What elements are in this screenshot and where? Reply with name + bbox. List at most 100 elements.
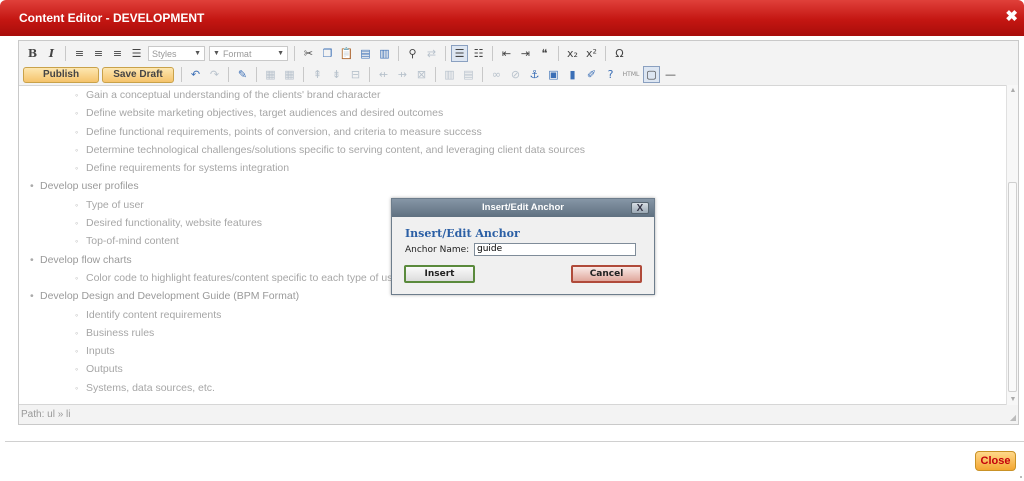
redo-icon[interactable]: ↷: [206, 66, 223, 83]
list-item: Determine technological challenges/solut…: [19, 141, 1006, 159]
toolbar-separator: [65, 46, 66, 61]
bold-button[interactable]: B: [24, 45, 41, 62]
align-right-icon[interactable]: ≡: [109, 45, 126, 62]
find-icon[interactable]: ⚲: [404, 45, 421, 62]
row-after-icon[interactable]: ⇟: [328, 66, 345, 83]
footer-divider: [5, 441, 1024, 442]
image-icon[interactable]: ▣: [545, 66, 562, 83]
split-cells-icon[interactable]: ▥: [441, 66, 458, 83]
numbered-list-icon[interactable]: ☷: [470, 45, 487, 62]
copy-icon[interactable]: ❐: [319, 45, 336, 62]
list-item: Systems, data sources, etc.: [19, 379, 1006, 397]
unlink-icon[interactable]: ⊘: [507, 66, 524, 83]
format-label: Format: [222, 48, 252, 59]
outdent-icon[interactable]: ⇤: [498, 45, 515, 62]
table-icon[interactable]: ▦: [262, 66, 279, 83]
publish-button[interactable]: Publish: [23, 66, 99, 83]
insert-anchor-dialog: Insert/Edit Anchor X Insert/Edit Anchor …: [391, 198, 655, 295]
dialog-header: Insert/Edit Anchor: [392, 199, 654, 217]
path-bar: Path: ul » li: [21, 409, 71, 420]
undo-icon[interactable]: ↶: [187, 66, 204, 83]
list-item: Outputs: [19, 360, 1006, 378]
bullet-list-icon[interactable]: ☰: [451, 45, 468, 62]
list-item: Develop user profiles: [19, 177, 1006, 195]
save-draft-button[interactable]: Save Draft: [102, 66, 174, 83]
window-title: Content Editor - DEVELOPMENT: [19, 11, 205, 25]
toolbar-separator: [256, 67, 257, 82]
resize-handle-icon[interactable]: ◢: [1010, 413, 1016, 422]
close-window-icon[interactable]: ✖: [1005, 9, 1018, 24]
cancel-button[interactable]: Cancel: [571, 265, 642, 283]
paste-word-icon[interactable]: ▥: [376, 45, 393, 62]
window-titlebar: Content Editor - DEVELOPMENT ✖: [0, 0, 1024, 36]
align-center-icon[interactable]: ≡: [90, 45, 107, 62]
chevron-down-icon: ▼: [213, 50, 220, 57]
chevron-down-icon: ▼: [194, 50, 201, 57]
toolbar-separator: [435, 67, 436, 82]
chevron-down-icon: ▼: [277, 50, 284, 57]
merge-cells-icon[interactable]: ▤: [460, 66, 477, 83]
col-before-icon[interactable]: ⇷: [375, 66, 392, 83]
horizontal-rule-icon[interactable]: —: [662, 66, 679, 83]
table-props-icon[interactable]: ▦: [281, 66, 298, 83]
close-button[interactable]: Close: [975, 451, 1016, 471]
insert-button[interactable]: Insert: [404, 265, 475, 283]
corner-dot: [1020, 476, 1022, 478]
link-icon[interactable]: ∞: [488, 66, 505, 83]
dialog-close-button[interactable]: X: [631, 202, 649, 214]
toolbar-separator: [605, 46, 606, 61]
styles-label: Styles: [152, 48, 177, 59]
edit-css-icon[interactable]: ✎: [234, 66, 251, 83]
vertical-scrollbar[interactable]: ▲ ▼: [1006, 85, 1018, 405]
paste-icon[interactable]: 📋: [338, 45, 355, 62]
media-icon[interactable]: ▮: [564, 66, 581, 83]
toolbar-separator: [303, 67, 304, 82]
list-item: Gain a conceptual understanding of the c…: [19, 86, 1006, 104]
toolbar-row-2: Publish Save Draft ↶ ↷ ✎ ▦ ▦ ⇞ ⇟ ⊟ ⇷ ⇸ ⊠…: [19, 64, 1018, 85]
list-item: Define website marketing objectives, tar…: [19, 104, 1006, 122]
indent-icon[interactable]: ⇥: [517, 45, 534, 62]
toolbar-separator: [482, 67, 483, 82]
anchor-name-input[interactable]: guide: [474, 243, 636, 256]
anchor-name-label: Anchor Name:: [405, 245, 470, 255]
fullscreen-icon[interactable]: ▢: [643, 66, 660, 83]
list-item: Identify content requirements: [19, 306, 1006, 324]
list-item: Define functional requirements, points o…: [19, 123, 1006, 141]
toolbar-separator: [398, 46, 399, 61]
list-item: Business rules: [19, 324, 1006, 342]
toolbar-separator: [558, 46, 559, 61]
paste-text-icon[interactable]: ▤: [357, 45, 374, 62]
row-before-icon[interactable]: ⇞: [309, 66, 326, 83]
toolbar-separator: [294, 46, 295, 61]
italic-button[interactable]: I: [43, 45, 60, 62]
format-dropdown[interactable]: ▼ Format ▼: [209, 46, 288, 61]
subscript-icon[interactable]: x₂: [564, 45, 581, 62]
align-justify-icon[interactable]: ☰: [128, 45, 145, 62]
help-icon[interactable]: ?: [602, 66, 619, 83]
toolbar-separator: [181, 67, 182, 82]
scrollbar-thumb[interactable]: [1008, 182, 1017, 392]
delete-col-icon[interactable]: ⊠: [413, 66, 430, 83]
html-source-button[interactable]: HTML: [621, 66, 641, 83]
scroll-down-icon[interactable]: ▼: [1008, 396, 1018, 403]
toolbar-separator: [445, 46, 446, 61]
special-char-icon[interactable]: Ω: [611, 45, 628, 62]
toolbar-separator: [228, 67, 229, 82]
delete-row-icon[interactable]: ⊟: [347, 66, 364, 83]
replace-icon[interactable]: ⇄: [423, 45, 440, 62]
blockquote-icon[interactable]: ❝: [536, 45, 553, 62]
cut-icon[interactable]: ✂: [300, 45, 317, 62]
toolbar-separator: [492, 46, 493, 61]
col-after-icon[interactable]: ⇸: [394, 66, 411, 83]
list-item: Define requirements for systems integrat…: [19, 159, 1006, 177]
dialog-heading: Insert/Edit Anchor: [405, 227, 520, 240]
anchor-icon[interactable]: ⚓: [526, 66, 543, 83]
styles-dropdown[interactable]: Styles ▼: [148, 46, 205, 61]
toolbar-row-1: B I ≡ ≡ ≡ ☰ Styles ▼ ▼ Format ▼ ✂ ❐ 📋 ▤ ▥ ⚲…: [19, 43, 1018, 64]
superscript-icon[interactable]: x²: [583, 45, 600, 62]
cleanup-icon[interactable]: ✐: [583, 66, 600, 83]
list-item: Inputs: [19, 342, 1006, 360]
toolbar-separator: [369, 67, 370, 82]
scroll-up-icon[interactable]: ▲: [1008, 87, 1018, 94]
align-left-icon[interactable]: ≡: [71, 45, 88, 62]
